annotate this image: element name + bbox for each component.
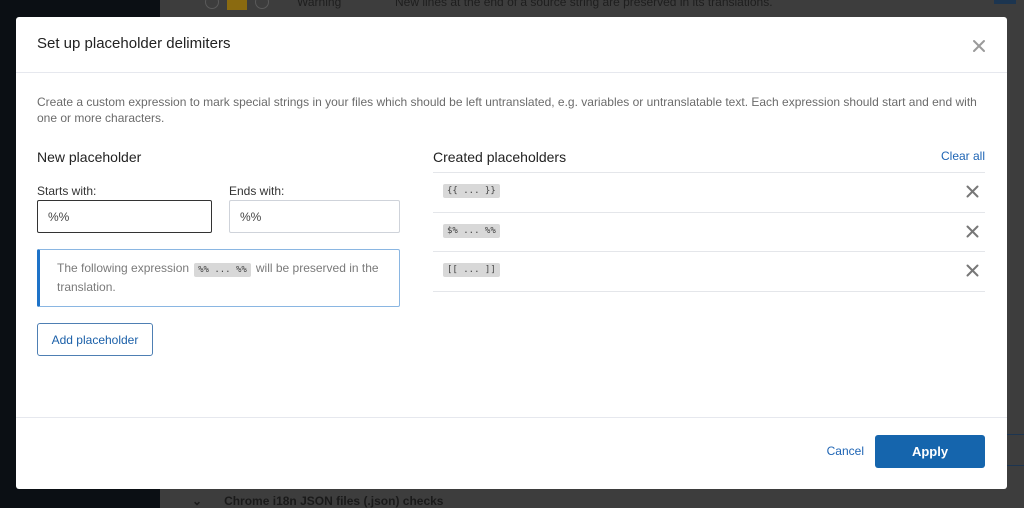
severity-label: Warning [297, 0, 342, 9]
created-placeholders-section: Created placeholders Clear all {{ ... }}… [433, 149, 985, 292]
radio-icon [205, 0, 219, 9]
list-item: $% ... %% [433, 213, 985, 252]
remove-icon[interactable] [966, 264, 979, 277]
new-placeholder-title: New placeholder [37, 149, 142, 165]
chevron-down-icon: ⌄ [192, 494, 203, 508]
close-icon[interactable] [971, 38, 987, 54]
ends-with-label: Ends with: [229, 184, 285, 198]
new-placeholder-section: New placeholder Starts with: Ends with: … [37, 149, 400, 356]
dialog-title: Set up placeholder delimiters [37, 35, 231, 52]
placeholder-expression: $% ... %% [443, 223, 500, 238]
list-item: [[ ... ]] [433, 252, 985, 292]
remove-icon[interactable] [966, 225, 979, 238]
cancel-button[interactable]: Cancel [827, 444, 864, 458]
placeholder-list: {{ ... }} $% ... %% [[ ... ]] [433, 172, 985, 292]
warning-icon [227, 0, 247, 10]
starts-with-label: Starts with: [37, 184, 97, 198]
check-message: New lines at the end of a source string … [395, 0, 773, 9]
clear-all-link[interactable]: Clear all [941, 149, 985, 163]
remove-icon[interactable] [966, 185, 979, 198]
placeholder-dialog: Set up placeholder delimiters Create a c… [16, 17, 1007, 489]
dialog-header: Set up placeholder delimiters [16, 17, 1007, 73]
preview-info-box: The following expression%% ... %% will be… [37, 249, 400, 307]
dialog-footer: Cancel Apply [16, 417, 1007, 489]
section-label: Chrome i18n JSON files (.json) checks [224, 494, 444, 508]
background-button-edge [994, 0, 1016, 4]
created-placeholders-title: Created placeholders [433, 149, 567, 165]
radio-icon [255, 0, 269, 9]
apply-button[interactable]: Apply [875, 435, 985, 468]
background-check-row: Warning New lines at the end of a source… [205, 0, 773, 10]
placeholder-expression: {{ ... }} [443, 184, 500, 198]
expression-preview: %% ... %% [194, 263, 251, 277]
ends-with-input[interactable] [229, 200, 400, 233]
background-section-row: ⌄ Chrome i18n JSON files (.json) checks [192, 494, 443, 508]
starts-with-input[interactable] [37, 200, 212, 233]
dialog-description: Create a custom expression to mark speci… [37, 95, 977, 125]
list-item: {{ ... }} [433, 173, 985, 213]
info-prefix: The following expression [57, 261, 190, 275]
add-placeholder-button[interactable]: Add placeholder [37, 323, 153, 356]
placeholder-expression: [[ ... ]] [443, 263, 500, 277]
